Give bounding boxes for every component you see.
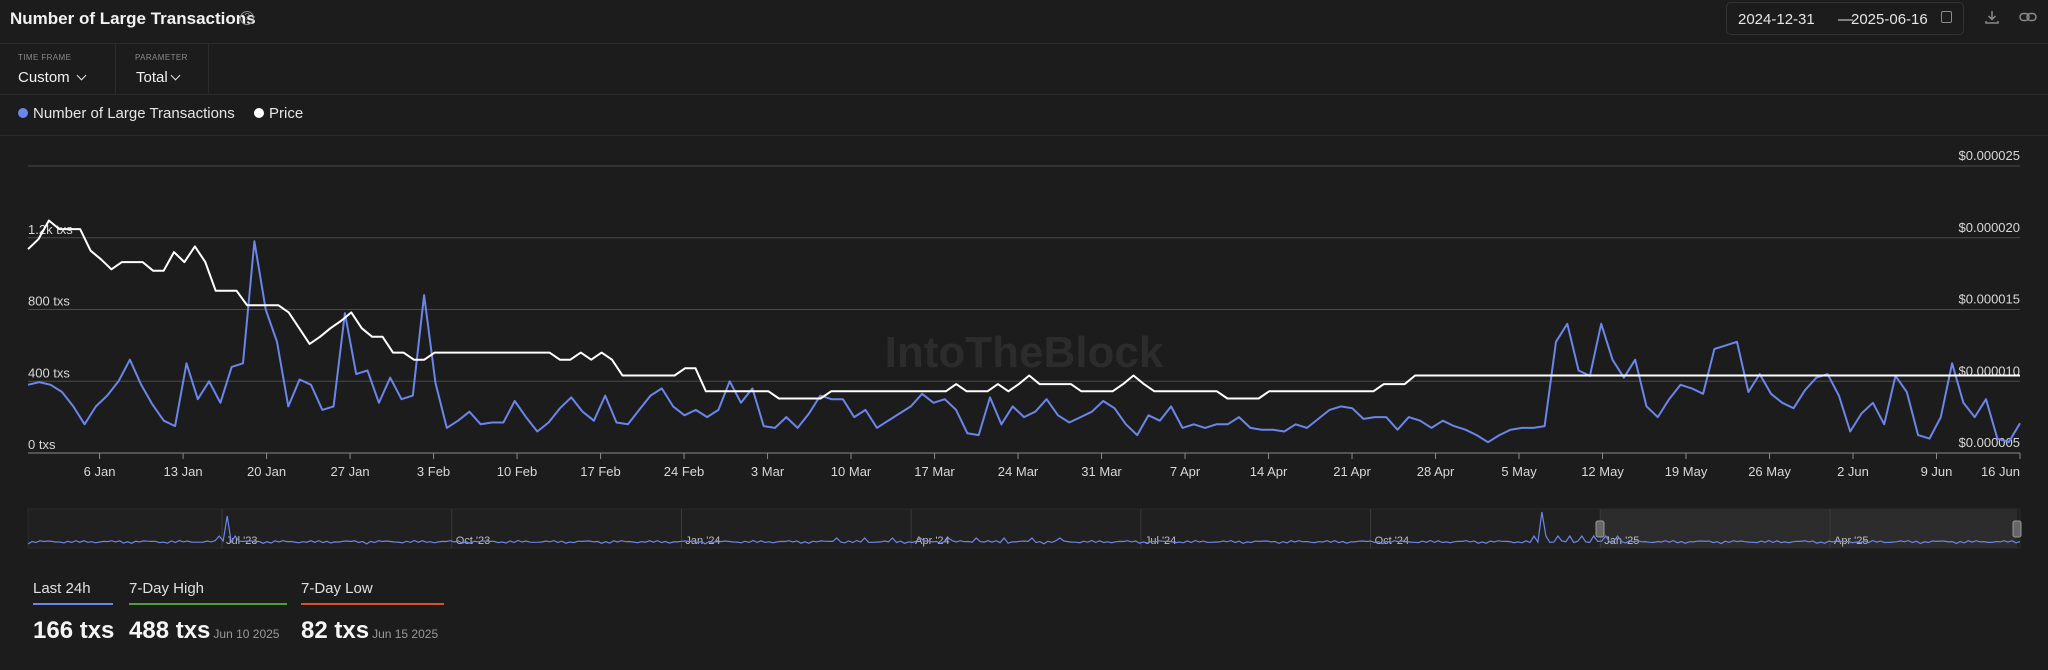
stat-value: 166 txs	[33, 617, 115, 644]
x-tick-label: 9 Jun	[1921, 464, 1953, 479]
x-tick-label: 3 Mar	[751, 464, 785, 479]
price-dot-icon	[254, 108, 264, 118]
x-tick-label: 20 Jan	[247, 464, 286, 479]
time-frame-dropdown[interactable]: TIME FRAME Custom	[0, 44, 116, 95]
stat-value: 488 txs Jun 10 2025	[129, 617, 280, 644]
y-left-tick-label: 0 txs	[28, 437, 56, 452]
x-tick-label: 3 Feb	[417, 464, 450, 479]
header: Number of Large Transactions ? 2024-12-3…	[0, 0, 2048, 44]
x-tick-label: 24 Mar	[998, 464, 1039, 479]
x-tick-label: 21 Apr	[1333, 464, 1371, 479]
stat-label: Last 24h	[33, 580, 113, 605]
x-tick-label: 16 Jun	[1981, 464, 2020, 479]
x-tick-label: 10 Mar	[831, 464, 872, 479]
x-tick-label: 14 Apr	[1250, 464, 1288, 479]
x-tick-label: 24 Feb	[664, 464, 704, 479]
link-icon[interactable]	[2019, 10, 2037, 24]
chevron-down-icon	[170, 70, 181, 81]
stat-7day-high: 7-Day High 488 txs Jun 10 2025	[129, 580, 287, 645]
x-tick-label: 13 Jan	[164, 464, 203, 479]
stat-7day-low: 7-Day Low 82 txs Jun 15 2025	[301, 580, 444, 645]
stat-label: 7-Day Low	[301, 580, 444, 605]
watermark: IntoTheBlock	[885, 328, 1164, 377]
x-tick-label: 31 Mar	[1081, 464, 1122, 479]
transactions-dot-icon	[18, 108, 28, 118]
legend-item-transactions[interactable]: Number of Large Transactions	[18, 105, 235, 122]
parameter-dropdown[interactable]: PARAMETER Total	[116, 44, 209, 95]
date-from[interactable]: 2024-12-31	[1738, 11, 1815, 28]
chart-legend: Number of Large Transactions Price	[0, 96, 2048, 136]
navigator-handle[interactable]	[2012, 520, 2022, 538]
y-right-tick-label: $0.000025	[1959, 148, 2020, 163]
x-tick-label: 17 Feb	[580, 464, 620, 479]
y-right-tick-label: $0.000020	[1959, 220, 2020, 235]
chart-area[interactable]: $0.000005$0.000010$0.000015$0.000020$0.0…	[0, 137, 2048, 557]
x-tick-label: 2 Jun	[1837, 464, 1869, 479]
parameter-value[interactable]: Total	[136, 69, 181, 86]
calendar-icon[interactable]	[1941, 11, 1952, 23]
page-title: Number of Large Transactions	[10, 9, 256, 28]
x-tick-label: 28 Apr	[1417, 464, 1455, 479]
parameter-label: PARAMETER	[135, 53, 188, 62]
date-to[interactable]: 2025-06-16	[1851, 11, 1928, 28]
time-frame-label: TIME FRAME	[18, 53, 72, 62]
x-tick-label: 7 Apr	[1170, 464, 1201, 479]
x-tick-label: 27 Jan	[331, 464, 370, 479]
y-right-tick-label: $0.000015	[1959, 292, 2020, 307]
chevron-down-icon	[76, 70, 87, 81]
stat-label: 7-Day High	[129, 580, 287, 605]
y-left-tick-label: 400 txs	[28, 365, 70, 380]
date-range-picker[interactable]: 2024-12-31 — 2025-06-16	[1726, 2, 1964, 35]
stat-last-24h: Last 24h 166 txs	[33, 580, 114, 645]
navigator-handle[interactable]	[1595, 520, 1605, 538]
x-tick-label: 17 Mar	[914, 464, 955, 479]
stat-value: 82 txs Jun 15 2025	[301, 617, 439, 644]
stats-panel: Last 24h 166 txs 7-Day High 488 txs Jun 1…	[0, 580, 500, 670]
x-tick-label: 10 Feb	[497, 464, 537, 479]
x-tick-label: 5 May	[1501, 464, 1537, 479]
x-tick-label: 12 May	[1581, 464, 1624, 479]
controls-bar: TIME FRAME Custom PARAMETER Total	[0, 44, 2048, 95]
x-tick-label: 6 Jan	[84, 464, 116, 479]
help-icon[interactable]: ?	[240, 11, 254, 25]
x-tick-label: 26 May	[1748, 464, 1791, 479]
time-frame-value[interactable]: Custom	[18, 69, 87, 86]
x-tick-label: 19 May	[1665, 464, 1708, 479]
y-left-tick-label: 800 txs	[28, 294, 70, 309]
legend-item-price[interactable]: Price	[254, 105, 303, 122]
download-icon[interactable]	[1984, 9, 2000, 25]
